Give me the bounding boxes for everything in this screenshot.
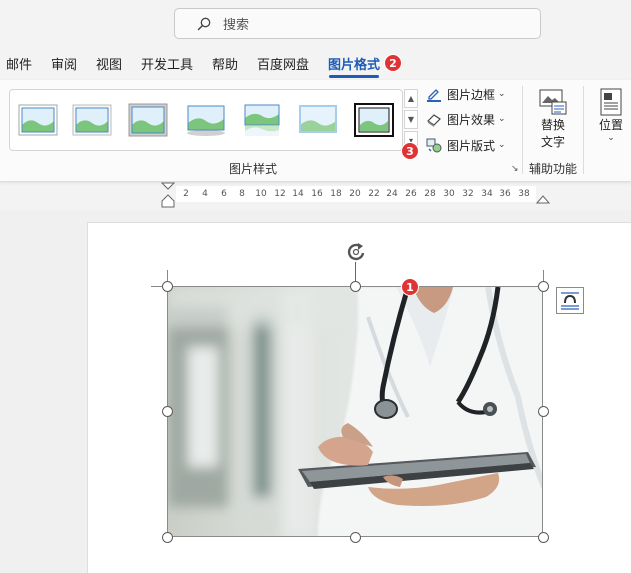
picture-border-label: 图片边框 xyxy=(447,87,496,102)
ruler-number: 24 xyxy=(386,189,398,199)
tab-developer[interactable]: 开发工具 xyxy=(141,54,193,73)
alt-text-label-line2: 文字 xyxy=(540,135,565,149)
picture-style-beveled[interactable] xyxy=(72,103,112,137)
picture-style-soft-edge[interactable] xyxy=(298,103,338,137)
ruler-number: 10 xyxy=(255,189,267,199)
ruler-number: 22 xyxy=(368,189,380,199)
rotate-icon[interactable] xyxy=(344,240,368,264)
picture-border-icon xyxy=(427,89,441,102)
picture-effects-label: 图片效果 xyxy=(447,112,496,127)
ruler-number: 34 xyxy=(481,189,493,199)
gallery-scroll-down[interactable]: ▼ xyxy=(404,110,418,129)
ruler-number: 36 xyxy=(499,189,511,199)
ruler-number: 32 xyxy=(462,189,474,199)
picture-styles-group-label: 图片样式 xyxy=(229,162,278,176)
ruler-number: 28 xyxy=(424,189,436,199)
picture-style-simple-frame[interactable] xyxy=(18,103,58,137)
ruler-number: 18 xyxy=(330,189,342,199)
position-icon xyxy=(600,88,622,116)
chevron-up-icon: ▲ xyxy=(407,94,415,103)
accessibility-group-label: 辅助功能 xyxy=(529,162,578,176)
horizontal-ruler: 2 4 6 8 10 12 14 16 18 20 22 24 26 28 30… xyxy=(160,182,550,208)
step-badge-tab: 2 xyxy=(384,54,402,72)
resize-handle-top-right[interactable] xyxy=(538,281,549,292)
resize-handle-bottom-right[interactable] xyxy=(538,532,549,543)
ruler-number: 4 xyxy=(202,189,208,199)
step-badge-more: 3 xyxy=(401,142,419,160)
ruler-number: 6 xyxy=(221,189,227,199)
tab-picture-format[interactable]: 图片格式 xyxy=(328,54,380,78)
doctor-photo xyxy=(168,287,542,536)
position-label: 位置 xyxy=(598,118,623,132)
alt-text-label-line1: 替换 xyxy=(540,118,565,132)
group-separator xyxy=(583,86,584,174)
picture-style-perspective-shadow[interactable] xyxy=(186,103,226,137)
ruler-number: 16 xyxy=(311,189,323,199)
step-badge-picture: 1 xyxy=(401,278,419,296)
picture-effects-button[interactable]: 图片效果 ⌄ xyxy=(426,109,506,129)
picture-layout-icon xyxy=(426,138,442,153)
tab-view[interactable]: 视图 xyxy=(96,54,122,73)
alt-text-icon xyxy=(539,89,567,115)
picture-layout-label: 图片版式 xyxy=(447,138,496,153)
ruler-number: 2 xyxy=(183,189,189,199)
ribbon-tabs: 邮件 审阅 视图 开发工具 帮助 百度网盘 图片格式 xyxy=(0,50,631,78)
resize-handle-right[interactable] xyxy=(538,406,549,417)
resize-handle-left[interactable] xyxy=(162,406,173,417)
search-icon xyxy=(197,17,211,30)
ruler-number: 12 xyxy=(274,189,286,199)
ruler-number: 8 xyxy=(239,189,245,199)
ruler-number: 26 xyxy=(405,189,417,199)
chevron-down-icon: ⌄ xyxy=(498,114,506,124)
dialog-launcher-icon[interactable]: ↘ xyxy=(511,164,519,174)
gallery-scroll-up[interactable]: ▲ xyxy=(404,89,418,108)
ribbon-panel: ▲ ▼ ▾ 3 图片样式 图片边框 ⌄ 图片效果 ⌄ 图片版式 ⌄ ↘ 替换 文… xyxy=(0,80,631,182)
ruler-number: 30 xyxy=(443,189,455,199)
title-bar: 搜索 xyxy=(0,0,631,46)
indent-marker-left[interactable] xyxy=(161,182,175,208)
tab-help[interactable]: 帮助 xyxy=(212,54,238,73)
ruler-number: 20 xyxy=(349,189,361,199)
picture-border-button[interactable]: 图片边框 ⌄ xyxy=(426,84,506,104)
resize-handle-top-left[interactable] xyxy=(162,281,173,292)
alt-text-button[interactable]: 替换 文字 xyxy=(530,88,576,150)
search-placeholder: 搜索 xyxy=(223,18,250,33)
chevron-down-icon: ⌄ xyxy=(498,140,506,150)
resize-handle-top[interactable] xyxy=(350,281,361,292)
picture-layout-button[interactable]: 图片版式 ⌄ xyxy=(426,135,506,155)
search-box[interactable]: 搜索 xyxy=(174,8,541,39)
picture-styles-gallery xyxy=(9,89,403,151)
tab-review[interactable]: 审阅 xyxy=(51,54,77,73)
tab-baidu-netdisk[interactable]: 百度网盘 xyxy=(257,54,309,73)
picture-style-double-frame-black[interactable] xyxy=(354,103,394,137)
ruler-number: 14 xyxy=(292,189,304,199)
chevron-down-icon: ▼ xyxy=(407,115,415,124)
word-window: 搜索 邮件 审阅 视图 开发工具 帮助 百度网盘 图片格式 2 ▲ ▼ ▾ 3 … xyxy=(0,0,631,573)
indent-marker-right[interactable] xyxy=(536,194,550,204)
chevron-down-icon: ⌄ xyxy=(607,133,615,143)
layout-options-icon xyxy=(561,292,579,310)
resize-handle-bottom-left[interactable] xyxy=(162,532,173,543)
tab-mailings[interactable]: 邮件 xyxy=(6,54,32,73)
layout-options-button[interactable] xyxy=(556,287,584,314)
resize-handle-bottom[interactable] xyxy=(350,532,361,543)
position-button[interactable]: 位置 ⌄ xyxy=(594,88,628,143)
picture-effects-icon xyxy=(427,114,441,127)
picture-style-reflected[interactable] xyxy=(242,103,282,137)
selected-picture[interactable] xyxy=(167,286,543,537)
ruler-number: 38 xyxy=(518,189,530,199)
group-separator xyxy=(522,86,523,174)
picture-style-thick-matte[interactable] xyxy=(128,103,168,137)
chevron-down-icon: ⌄ xyxy=(498,89,506,99)
